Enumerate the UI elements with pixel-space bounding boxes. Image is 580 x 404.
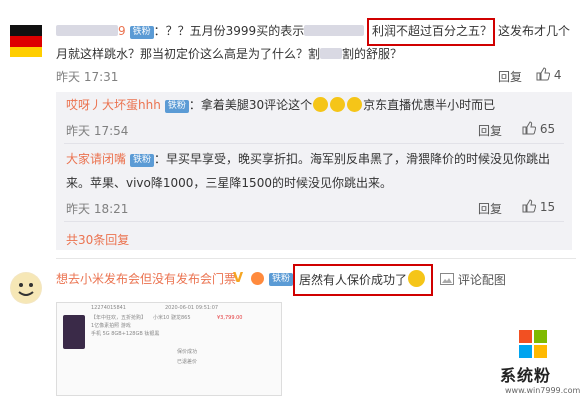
reply2-like-count: 15 (539, 200, 556, 214)
replies-panel (56, 92, 572, 250)
comment1-like-button[interactable]: 4 (536, 67, 561, 82)
thumb-up-icon (522, 199, 536, 213)
receipt-note1: 保价成功 (177, 349, 198, 355)
fan-badge: 铁粉 (164, 100, 189, 113)
fan-badge: 铁粉 (129, 26, 154, 39)
reply1-like-button[interactable]: 65 (522, 121, 555, 136)
medal-icon (251, 272, 264, 285)
reply2-line1: 大家请闭嘴 铁粉 ：早买早享受，晚买享折扣。海军别反串黑了，滑猥降价的时候没见你跳出 (66, 150, 550, 168)
avatar-comment2[interactable] (10, 272, 42, 304)
receipt-shop: 【年中狂欢，五折抢购】 (91, 315, 147, 321)
avatar-comment1[interactable] (10, 25, 42, 57)
watermark-url: www.win7999.com (505, 386, 580, 395)
comment2-username[interactable]: 想去小米发布会但没有发布会门票 (56, 270, 236, 288)
reply1-username[interactable]: 哎呀丿大坏蛋hhh (66, 98, 161, 112)
windows-logo-icon (519, 330, 547, 358)
germany-flag-icon (10, 25, 42, 57)
highlight-box-price-protect (293, 264, 433, 296)
divider (64, 221, 564, 222)
thumb-up-icon (536, 67, 550, 81)
reply1-text: 哎呀丿大坏蛋hhh 铁粉 ：拿着美腿30评论这个 京东直播优惠半小时而已 (66, 96, 495, 114)
comment1-text-part2: 这发布才几个 (498, 24, 571, 38)
comment1-like-count: 4 (553, 68, 562, 82)
fan-badge-group: 铁粉 (250, 271, 294, 286)
comment1-text-part1: ：？？五月份3999买的表示 (153, 24, 305, 38)
comment1-line2: 月就这样跳水？那当初定价这么高是为了什么？割 割的舒服？ (56, 45, 402, 63)
reply1-time: 昨天 17:54 (66, 124, 129, 138)
watermark-brand: 系统粉 (500, 366, 552, 385)
highlight-box-profit (367, 18, 495, 46)
receipt-date: 2020-06-01 09:51:07 (165, 305, 219, 311)
dog-face-emoji-icon (347, 97, 363, 112)
blurred-word (320, 48, 343, 59)
reply1-text-a: ：拿着美腿30评论这个 (188, 98, 313, 112)
reply2-username[interactable]: 大家请闭嘴 (66, 152, 126, 166)
divider (64, 143, 564, 144)
comment1-reply-button[interactable]: 回复 (498, 68, 522, 85)
comment1-line2-end: 割的舒服？ (342, 47, 403, 61)
product-image (63, 315, 85, 349)
reply1-reply-button[interactable]: 回复 (478, 122, 502, 139)
comment1-time: 昨天 17:31 (56, 70, 119, 84)
comment-image-label: 评论配图 (457, 273, 506, 287)
receipt-screenshot[interactable]: 12274015841 2020-06-01 09:51:07 【年中狂欢，五折… (56, 302, 282, 396)
reply2-line1-text: ：早买早享受，晚买享折扣。海军别反串黑了，滑猥降价的时候没见你跳出 (154, 152, 551, 166)
vip-v-icon: V (233, 271, 244, 286)
receipt-order-no: 12274015841 (91, 305, 126, 311)
receipt-product2: 1亿像素拍照 游戏 (91, 323, 131, 329)
dog-face-emoji-icon (313, 97, 329, 112)
more-replies-link[interactable]: 共30条回复 (66, 231, 129, 248)
reply2-line2: 来。苹果、vivo降1000，三星降1500的时候没见你跳出来。 (66, 176, 392, 190)
receipt-product3: 手机 5G 8GB+128GB 钛银黑 (91, 331, 160, 337)
receipt-product1: 小米10 骁龙865 (153, 315, 191, 321)
blurred-text (304, 25, 365, 36)
reply2-reply-button[interactable]: 回复 (478, 200, 502, 217)
comment1-line2-text: 月就这样跳水？那当初定价这么高是为了什么？割 (56, 47, 321, 61)
fan-badge: 铁粉 (130, 154, 155, 167)
receipt-note2: 已退差价 (177, 359, 198, 365)
blurred-username (56, 25, 118, 36)
reply2-like-button[interactable]: 15 (522, 199, 555, 214)
image-icon (440, 273, 454, 285)
comment-image-link[interactable]: 评论配图 (440, 271, 506, 288)
comment1-username-tail[interactable]: 9 (118, 24, 126, 38)
cartoon-face-icon (11, 273, 41, 303)
dog-face-emoji-icon (330, 97, 346, 112)
reply1-like-count: 65 (539, 122, 556, 136)
fan-badge: 铁粉 (269, 273, 294, 286)
reply2-time: 昨天 18:21 (66, 202, 129, 216)
divider (56, 258, 576, 259)
thumb-up-icon (522, 121, 536, 135)
reply1-text-b: 京东直播优惠半小时而已 (363, 98, 496, 112)
receipt-price: ¥3,799.00 (217, 315, 243, 321)
